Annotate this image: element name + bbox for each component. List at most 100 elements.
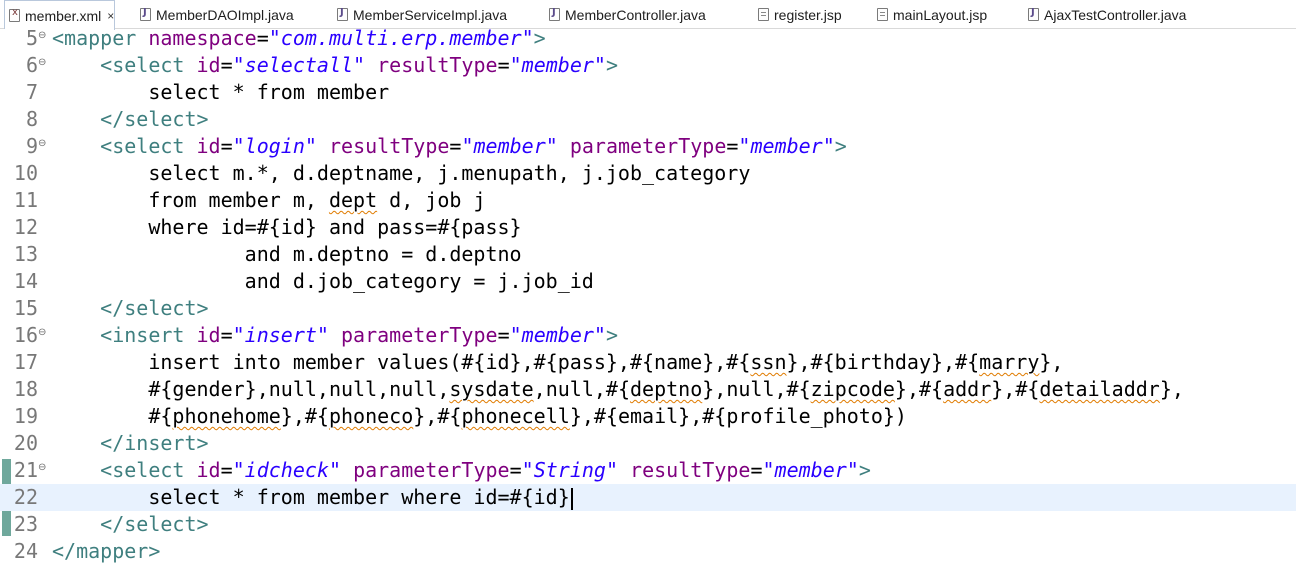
token-val: "member" [509,53,606,77]
token-att: resultType [630,458,751,482]
code-line[interactable]: 15 </select> [0,295,1296,322]
token-plain: select m.*, d.deptname, j.menupath, j.jo… [52,161,751,185]
fold-toggle-icon[interactable]: ⊖ [38,462,46,473]
token-val: "com.multi.erp.member" [268,26,534,50]
token-val: "member" [738,134,835,158]
code-line[interactable]: 14 and d.job_category = j.job_id [0,268,1296,295]
code-text: <select id="login" resultType="member" p… [52,133,847,160]
token-tag: </insert> [100,431,209,455]
fold-toggle-icon[interactable]: ⊖ [38,327,46,338]
code-text: #{phonehome},#{phoneco},#{phonecell},#{e… [52,403,907,430]
token-tag: </select> [100,107,209,131]
code-line[interactable]: 6 ⊖ <select id="selectall" resultType="me… [0,52,1296,79]
code-line[interactable]: 21 ⊖ <select id="idcheck" parameterType="… [0,457,1296,484]
token-val: "selectall" [232,53,366,77]
token-plain: insert into member values(#{id},#{pass},… [52,350,751,374]
java-file-icon [549,7,560,21]
code-editor[interactable]: 5 ⊖ <mapper namespace="com.multi.erp.membe… [0,26,1296,574]
token-att: id [196,323,221,347]
code-line[interactable]: 23 </select> [0,511,1296,538]
code-line[interactable]: 18 #{gender},null,null,null,sysdate,null… [0,376,1296,403]
tab-label: register.jsp [774,6,842,23]
line-number: 11 [13,188,38,212]
line-number: 17 [13,350,38,374]
token-plain: = [449,134,462,158]
token-plain: },#{ [280,404,329,428]
code-line[interactable]: 19 #{phonehome},#{phoneco},#{phonecell},… [0,403,1296,430]
code-line[interactable]: 7 select * from member [0,79,1296,106]
token-val: "member" [762,458,859,482]
token-ul: phoneco [328,404,414,428]
tab-label: mainLayout.jsp [893,6,988,23]
line-number: 22 [13,485,38,509]
token-att: parameterType [341,323,498,347]
fold-toggle-icon[interactable]: ⊖ [38,30,46,41]
code-line[interactable]: 20 </insert> [0,430,1296,457]
code-line[interactable]: 8 </select> [0,106,1296,133]
token-att: resultType [377,53,498,77]
fold-toggle-icon[interactable]: ⊖ [38,138,46,149]
code-text: and d.job_category = j.job_id [52,268,594,295]
token-plain: = [750,458,763,482]
line-number: 9 [25,134,38,158]
code-line[interactable]: 24 </mapper> [0,538,1296,565]
line-number: 8 [25,107,38,131]
code-line[interactable]: 13 and m.deptno = d.deptno [0,241,1296,268]
token-tag: </select> [100,296,209,320]
code-text: <select id="idcheck" parameterType="Stri… [52,457,871,484]
token-plain: },#{birthday},#{ [786,350,980,374]
code-text: where id=#{id} and pass=#{pass} [52,214,521,241]
token-val: "login" [232,134,317,158]
token-val: "idcheck" [232,458,342,482]
code-text: and m.deptno = d.deptno [52,241,522,268]
xml-file-icon [9,7,20,22]
token-val: "insert" [232,323,329,347]
code-line[interactable]: 9 ⊖ <select id="login" resultType="member… [0,133,1296,160]
code-line[interactable]: 10 select m.*, d.deptname, j.menupath, j… [0,160,1296,187]
line-number: 14 [13,269,38,293]
token-ul: phonecell [461,404,570,428]
fold-toggle-icon[interactable]: ⊖ [38,57,46,68]
line-number: 6 [25,53,38,77]
token-tag: > [533,26,546,50]
java-file-icon [1028,7,1039,21]
token-tag: <insert [100,323,197,347]
code-line[interactable]: 17 insert into member values(#{id},#{pas… [0,349,1296,376]
tab-label: MemberDAOImpl.java [156,6,294,23]
token-plain: },null,#{ [702,377,811,401]
code-text: </select> [52,295,209,322]
token-plain: select * from member [52,80,390,104]
code-line[interactable]: 12 where id=#{id} and pass=#{pass} [0,214,1296,241]
close-icon[interactable]: × [107,9,114,23]
code-line[interactable]: 16 ⊖ <insert id="insert" parameterType="m… [0,322,1296,349]
code-text: <insert id="insert" parameterType="membe… [52,322,618,349]
code-text: from member m, dept d, job j [52,187,485,214]
token-tag: </mapper> [52,539,161,563]
token-plain: ,null,#{ [533,377,630,401]
code-line[interactable]: 22 select * from member where id=#{id} [0,484,1296,511]
token-tag: <select [100,458,197,482]
code-line[interactable]: 11 from member m, dept d, job j [0,187,1296,214]
token-ul: detailaddr [1039,377,1160,401]
line-number: 5 [25,26,38,50]
token-plain: = [497,53,510,77]
code-line[interactable]: 5 ⊖ <mapper namespace="com.multi.erp.membe… [0,25,1296,52]
code-text: <mapper namespace="com.multi.erp.member"… [52,25,546,52]
line-number: 20 [13,431,38,455]
code-text: <select id="selectall" resultType="membe… [52,52,618,79]
token-ul: marry [979,350,1040,374]
jsp-file-icon [877,8,888,21]
token-plain: },#{ [894,377,944,401]
line-number: 16 [13,323,38,347]
java-file-icon [337,7,348,21]
tab-label: MemberServiceImpl.java [353,6,508,23]
token-ul: phonehome [172,404,281,428]
